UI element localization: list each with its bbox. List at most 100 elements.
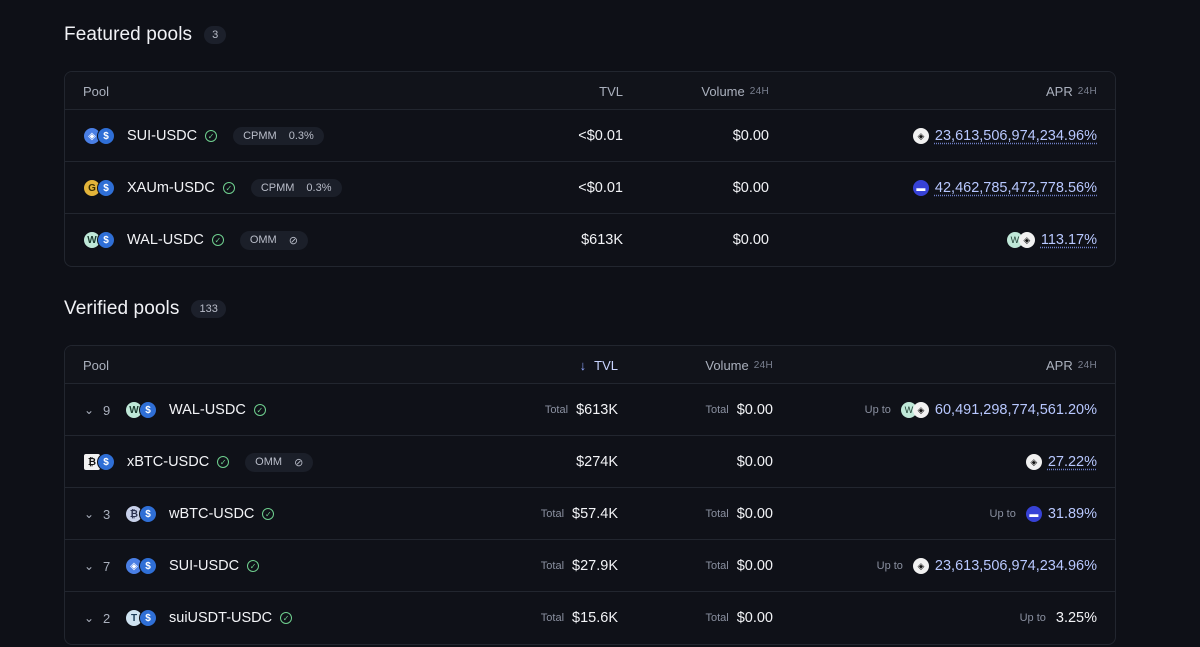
volume-header-sub: 24H — [749, 85, 769, 97]
usdc-icon: $ — [97, 453, 115, 471]
pool-group-count: 7 — [103, 558, 111, 574]
reward-icons: W ◈ — [900, 402, 929, 418]
usdc-icon: $ — [97, 127, 115, 145]
token-pair-icons: W $ — [125, 401, 157, 419]
pool-type: CPMM — [243, 130, 277, 142]
apr-value[interactable]: 23,613,506,974,234.96% — [935, 128, 1097, 144]
up-to-label: Up to — [864, 404, 891, 416]
verified-check-icon: ✓ — [262, 508, 275, 520]
volume-value: $0.00 — [732, 128, 769, 144]
tvl-header-label: TVL — [599, 83, 623, 99]
tvl-cell: Total $27.9K — [541, 540, 618, 592]
total-label: Total — [705, 612, 729, 624]
table-header: Pool TVL Volume 24H APR 24H — [65, 72, 1115, 110]
chevron-down-icon[interactable]: ⌄ — [83, 507, 95, 521]
verified-check-icon: ✓ — [280, 612, 293, 624]
token-pair-icons: G $ — [83, 179, 115, 197]
pool-group-count: 9 — [103, 402, 111, 418]
volume-header-sub: 24H — [753, 359, 773, 371]
volume-column-header[interactable]: Volume 24H — [701, 72, 769, 110]
pool-name[interactable]: xBTC-USDC — [127, 454, 209, 470]
apr-cell: Up to W ◈ 60,491,298,774,561.20% — [865, 384, 1097, 436]
token-pair-icons: ◈ $ — [83, 127, 115, 145]
up-to-label: Up to — [876, 560, 903, 572]
tvl-value: <$0.01 — [578, 180, 623, 196]
apr-value[interactable]: 27.22% — [1048, 454, 1097, 470]
table-row[interactable]: ⌄ 7 ◈ $ SUI-USDC ✓ Total $27.9K Total $0… — [65, 540, 1115, 592]
chevron-down-icon[interactable]: ⌄ — [83, 611, 95, 625]
total-label: Total — [705, 404, 729, 416]
total-label: Total — [705, 508, 729, 520]
tvl-cell: $274K — [576, 436, 618, 488]
pool-group-count: 2 — [103, 610, 111, 626]
pool-group-count: 3 — [103, 506, 111, 522]
usdc-icon: $ — [97, 231, 115, 249]
apr-value[interactable]: 113.17% — [1041, 232, 1097, 248]
pool-name[interactable]: SUI-USDC — [127, 128, 197, 144]
blue-token-reward-icon: ▬ — [912, 180, 929, 196]
pool-name[interactable]: WAL-USDC — [169, 402, 246, 418]
tvl-column-header[interactable]: ↓ TVL — [580, 346, 618, 384]
table-row[interactable]: ⌄ 3 ₿ $ wBTC-USDC ✓ Total $57.4K Total $… — [65, 488, 1115, 540]
tvl-cell: Total $613K — [545, 384, 618, 436]
featured-pools-table: Pool TVL Volume 24H APR 24H ◈ $ SUI-USDC ✓… — [64, 71, 1116, 267]
table-row[interactable]: ⌄ 2 T $ suiUSDT-USDC ✓ Total $15.6K Tota… — [65, 592, 1115, 644]
table-row[interactable]: ◈ $ SUI-USDC ✓ CPMM 0.3% <$0.01 $0.00 ◈ 2… — [65, 110, 1115, 162]
pool-name[interactable]: XAUm-USDC — [127, 180, 215, 196]
verified-check-icon: ✓ — [253, 404, 266, 416]
pool-type-badge: OMM ⊘ — [245, 452, 314, 472]
up-to-label: Up to — [989, 508, 1016, 520]
apr-column-header[interactable]: APR 24H — [1046, 346, 1097, 384]
tvl-column-header[interactable]: TVL — [599, 72, 623, 110]
verified-pools-header: Verified pools 133 — [64, 298, 226, 320]
verified-check-icon: ✓ — [205, 130, 218, 142]
token-pair-icons: ◈ $ — [125, 557, 157, 575]
volume-value: $0.00 — [736, 402, 773, 418]
apr-header-sub: 24H — [1077, 85, 1097, 97]
pool-name[interactable]: suiUSDT-USDC — [169, 610, 272, 626]
pool-column-header[interactable]: Pool — [83, 346, 109, 384]
apr-cell: Up to ◈ 23,613,506,974,234.96% — [877, 540, 1097, 592]
arrow-down-icon: ↓ — [579, 357, 587, 373]
up-to-label: Up to — [1019, 612, 1046, 624]
pool-type-badge: OMM ⊘ — [239, 230, 308, 250]
total-label: Total — [540, 508, 565, 520]
pool-fee: 0.3% — [288, 130, 314, 142]
volume-value: $0.00 — [736, 454, 773, 470]
chevron-down-icon[interactable]: ⌄ — [83, 403, 95, 417]
sui-reward-icon: ◈ — [912, 558, 929, 574]
apr-value: 60,491,298,774,561.20% — [934, 402, 1097, 418]
apr-value[interactable]: 42,462,785,472,778.56% — [935, 180, 1097, 196]
chevron-down-icon[interactable]: ⌄ — [83, 559, 95, 573]
volume-value: $0.00 — [736, 610, 773, 626]
apr-value: 31.89% — [1047, 506, 1097, 522]
apr-cell: Up to ▬ 31.89% — [990, 488, 1097, 540]
pool-column-header[interactable]: Pool — [83, 72, 109, 110]
apr-column-header[interactable]: APR 24H — [1046, 72, 1097, 110]
pool-fee: 0.3% — [306, 182, 332, 194]
reward-icons: W ◈ — [1006, 232, 1035, 248]
tvl-value: $613K — [581, 232, 623, 248]
volume-value: $0.00 — [736, 558, 773, 574]
token-pair-icons: ₿ $ — [83, 453, 115, 471]
volume-cell: Total $0.00 — [705, 488, 773, 540]
pool-name[interactable]: SUI-USDC — [169, 558, 239, 574]
tvl-cell: Total $57.4K — [541, 488, 618, 540]
total-label: Total — [544, 404, 569, 416]
pool-name[interactable]: wBTC-USDC — [169, 506, 254, 522]
token-pair-icons: T $ — [125, 609, 157, 627]
pool-name[interactable]: WAL-USDC — [127, 232, 204, 248]
pool-cell: ◈ $ SUI-USDC ✓ CPMM 0.3% — [83, 110, 324, 162]
table-header: Pool ↓ TVL Volume 24H APR 24H — [65, 346, 1115, 384]
table-row[interactable]: ₿ $ xBTC-USDC ✓ OMM ⊘ $274K $0.00 ◈ 27.22… — [65, 436, 1115, 488]
pool-type: OMM — [255, 456, 283, 468]
volume-value: $0.00 — [736, 506, 773, 522]
volume-column-header[interactable]: Volume 24H — [705, 346, 773, 384]
usdc-icon: $ — [139, 609, 157, 627]
table-row[interactable]: ⌄ 9 W $ WAL-USDC ✓ Total $613K Total $0.… — [65, 384, 1115, 436]
token-pair-icons: W $ — [83, 231, 115, 249]
usdc-icon: $ — [139, 505, 157, 523]
table-row[interactable]: W $ WAL-USDC ✓ OMM ⊘ $613K $0.00 W ◈ 113.… — [65, 214, 1115, 266]
table-row[interactable]: G $ XAUm-USDC ✓ CPMM 0.3% <$0.01 $0.00 ▬ … — [65, 162, 1115, 214]
volume-cell: Total $0.00 — [705, 384, 773, 436]
